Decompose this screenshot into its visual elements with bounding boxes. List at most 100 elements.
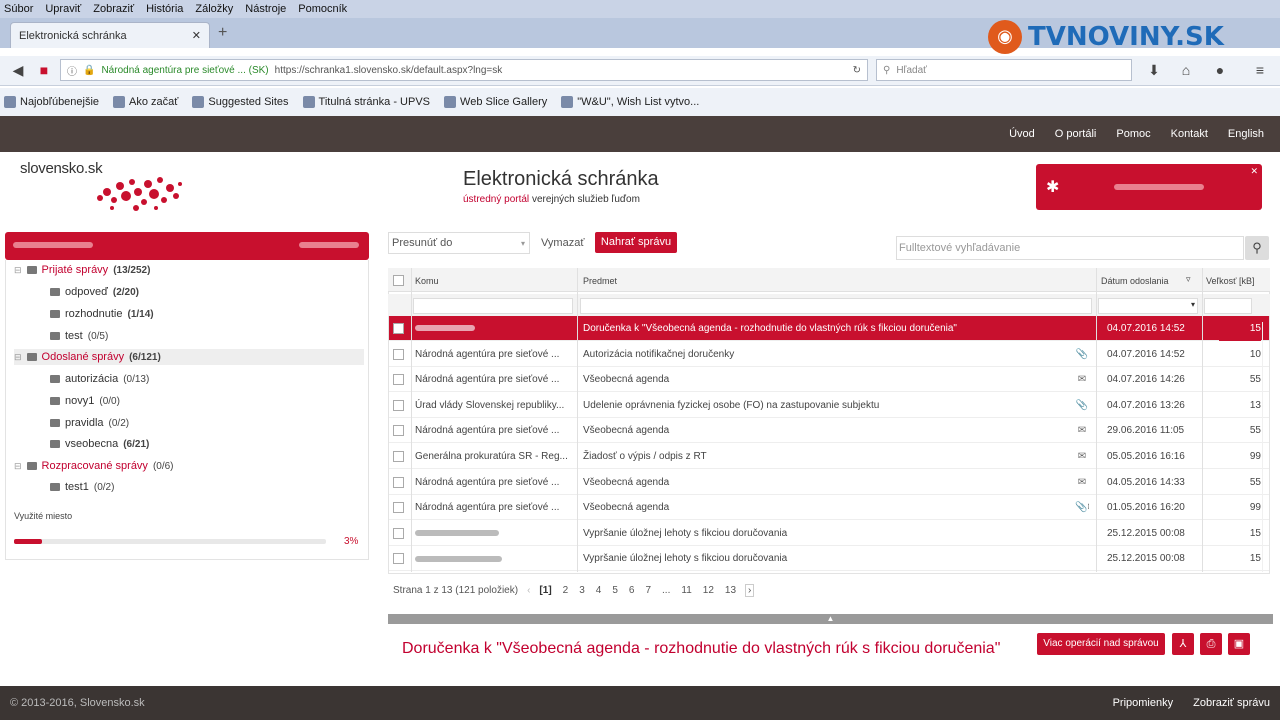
column-header-size[interactable]: Veľkosť [kB] <box>1206 276 1255 286</box>
pager-page[interactable]: 13 <box>725 585 736 596</box>
table-row[interactable]: Národná agentúra pre sieťové ... Všeobecn… <box>389 470 1269 495</box>
collapse-icon[interactable]: ⊟ <box>14 352 22 363</box>
menu-item-0[interactable]: Súbor <box>4 3 33 15</box>
download-icon[interactable]: ⬇ <box>1144 61 1164 79</box>
folder-item[interactable]: test (0/5) <box>50 328 108 344</box>
filter-subject-input[interactable] <box>580 298 1092 314</box>
url-text[interactable]: https://schranka1.slovensko.sk/default.a… <box>275 65 503 76</box>
row-checkbox[interactable] <box>393 399 404 411</box>
folder-item[interactable]: novy1 (0/0) <box>50 393 120 409</box>
user-widget[interactable]: ✱ ✕ <box>1036 164 1262 210</box>
folder-item[interactable]: odpoveď (2/20) <box>50 284 139 300</box>
search-icon[interactable]: ⚲ <box>1245 236 1269 260</box>
menu-item-3[interactable]: História <box>146 3 183 15</box>
gear-icon[interactable]: ✱ <box>1046 177 1059 197</box>
bookmark-item[interactable]: Web Slice Gallery <box>444 96 547 108</box>
column-header-to[interactable]: Komu <box>415 276 439 286</box>
table-row[interactable]: Vypršanie úložnej lehoty s fikciou doruč… <box>389 546 1269 572</box>
site-brand[interactable]: slovensko.sk <box>20 160 103 177</box>
topnav-item-2[interactable]: Pomoc <box>1116 128 1150 140</box>
browser-search-input[interactable]: ⚲ Hľadať <box>876 59 1132 81</box>
move-to-select[interactable]: Presunúť do ▾ <box>388 232 530 254</box>
table-row[interactable]: Doručenka k "Všeobecná agenda - rozhodnu… <box>389 316 1269 341</box>
save-icon[interactable]: ▣ <box>1228 633 1250 655</box>
bookmark-item[interactable]: Ako začať <box>113 96 178 108</box>
row-checkbox[interactable] <box>393 451 404 462</box>
filter-size-input[interactable] <box>1204 298 1252 314</box>
table-row[interactable]: Vypršanie úložnej lehoty s fikciou doruč… <box>389 521 1269 546</box>
bookmark-item[interactable]: Suggested Sites <box>192 96 289 108</box>
folder-item[interactable]: autorizácia (0/13) <box>50 371 149 387</box>
collapse-icon[interactable]: ⊟ <box>14 461 22 472</box>
chat-icon[interactable]: ● <box>1210 61 1230 79</box>
footer-link-show-message[interactable]: Zobraziť správu <box>1193 697 1270 709</box>
table-row[interactable]: Národná agentúra pre sieťové ... Všeobecn… <box>389 418 1269 444</box>
upload-message-button[interactable]: Nahrať správu <box>595 232 677 253</box>
pager-page[interactable]: [1] <box>539 585 551 596</box>
bookmark-item[interactable]: "W&U", Wish List vytvo... <box>561 96 699 108</box>
row-checkbox[interactable] <box>393 425 404 437</box>
row-checkbox[interactable] <box>393 527 404 539</box>
pager-page[interactable]: 5 <box>612 585 618 596</box>
row-checkbox[interactable] <box>393 323 404 334</box>
folder-item[interactable]: ⊟ Rozpracované správy (0/6) <box>14 458 174 474</box>
browser-tab[interactable]: Elektronická schránka ✕ <box>10 22 210 48</box>
grid-scrollbar[interactable] <box>1262 322 1263 572</box>
topnav-item-3[interactable]: Kontakt <box>1171 128 1208 140</box>
home-page-icon[interactable]: ■ <box>34 61 54 79</box>
row-checkbox[interactable] <box>393 374 404 386</box>
filter-date-input[interactable]: ▾ <box>1098 298 1198 314</box>
menu-item-4[interactable]: Záložky <box>195 3 233 15</box>
print-icon[interactable]: ⎙ <box>1200 633 1222 655</box>
topnav-item-1[interactable]: O portáli <box>1055 128 1097 140</box>
date-picker-icon[interactable]: ▾ <box>1191 300 1195 309</box>
home-icon[interactable]: ⌂ <box>1176 61 1196 79</box>
row-checkbox[interactable] <box>393 553 404 565</box>
menu-item-6[interactable]: Pomocník <box>298 3 347 15</box>
pager-page[interactable]: 11 <box>681 585 691 596</box>
pdf-icon[interactable]: ⅄ <box>1172 633 1194 655</box>
row-checkbox[interactable] <box>393 348 404 360</box>
folder-item[interactable]: pravidla (0/2) <box>50 415 129 431</box>
back-icon[interactable]: ◀ <box>8 61 28 79</box>
clear-button[interactable]: Vymazať <box>541 232 584 254</box>
info-icon[interactable]: ⓘ <box>67 63 77 78</box>
more-actions-button[interactable]: Viac operácií nad správou <box>1037 633 1165 655</box>
close-tab-icon[interactable]: ✕ <box>192 29 201 42</box>
folder-item[interactable]: rozhodnutie (1/14) <box>50 306 154 322</box>
table-row[interactable]: Národná agentúra pre sieťové ... Autorizá… <box>389 342 1269 367</box>
preview-splitter[interactable]: ▲ <box>388 614 1273 624</box>
footer-link-feedback[interactable]: Pripomienky <box>1113 697 1174 709</box>
filter-to-input[interactable] <box>413 298 573 314</box>
hamburger-menu-icon[interactable]: ≡ <box>1250 61 1270 79</box>
table-row[interactable]: Národná agentúra pre sieťové ... Všeobecn… <box>389 367 1269 393</box>
new-tab-icon[interactable]: + <box>218 24 227 42</box>
pager-page[interactable]: 6 <box>629 585 635 596</box>
pager-page[interactable]: 12 <box>703 585 714 596</box>
table-row[interactable]: Generálna prokuratúra SR - Reg... Žiadosť… <box>389 444 1269 469</box>
bookmark-item[interactable]: Najobľúbenejšie <box>4 96 99 108</box>
pager-next-icon[interactable]: › <box>745 584 755 597</box>
column-header-subject[interactable]: Predmet <box>583 276 617 286</box>
pager-page[interactable]: 2 <box>563 585 569 596</box>
pager-prev-icon[interactable]: ‹ <box>527 585 530 596</box>
widget-close-icon[interactable]: ✕ <box>1250 166 1258 177</box>
menu-item-5[interactable]: Nástroje <box>245 3 286 15</box>
url-bar[interactable]: ⓘ 🔒 Národná agentúra pre sieťové ... (SK… <box>60 59 868 81</box>
pager-page[interactable]: 7 <box>645 585 651 596</box>
pager-page[interactable]: 4 <box>596 585 602 596</box>
row-checkbox[interactable] <box>393 476 404 488</box>
folder-item[interactable]: ⊟ Odoslané správy (6/121) <box>14 349 364 365</box>
table-row[interactable]: Úrad vlády Slovenskej republiky... Udelen… <box>389 393 1269 418</box>
folder-item[interactable]: vseobecna (6/21) <box>50 436 149 452</box>
pager-page[interactable]: ... <box>662 585 670 596</box>
topnav-item-0[interactable]: Úvod <box>1009 128 1035 140</box>
folder-item[interactable]: test1 (0/2) <box>50 479 114 495</box>
column-header-date[interactable]: Dátum odoslania <box>1101 276 1169 286</box>
folder-item[interactable]: ⊟ Prijaté správy (13/252) <box>14 262 150 278</box>
reload-icon[interactable]: ↻ <box>853 65 861 76</box>
sidebar-header[interactable] <box>5 232 369 260</box>
table-row[interactable]: Národná agentúra pre sieťové ... Všeobecn… <box>389 495 1269 521</box>
pager-page[interactable]: 3 <box>579 585 585 596</box>
select-all-checkbox[interactable] <box>393 275 404 286</box>
